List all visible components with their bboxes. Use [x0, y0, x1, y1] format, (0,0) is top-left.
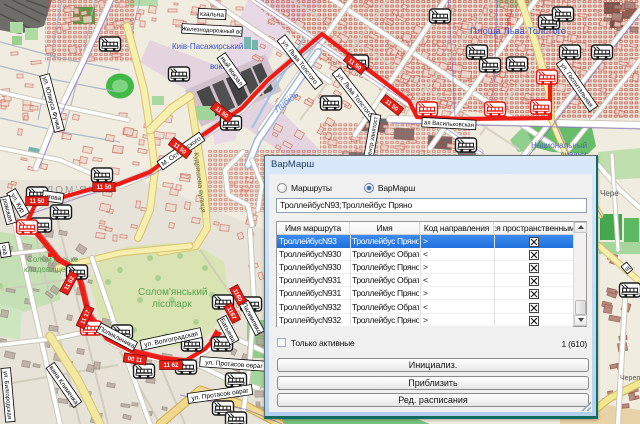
svg-text:Чере: Чере	[600, 189, 619, 198]
svg-text:Киів-Пасажирський: Киів-Пасажирський	[172, 42, 243, 51]
svg-text:Солом'янський: Солом'янський	[138, 287, 208, 298]
svg-text:11 62: 11 62	[164, 363, 179, 369]
svg-text:11 50: 11 50	[30, 199, 45, 205]
svg-text:11 50: 11 50	[97, 185, 112, 191]
svg-text:Национальный: Национальный	[531, 141, 587, 150]
svg-text:Череп: Череп	[620, 375, 640, 382]
svg-text:Пушк: Пушк	[505, 9, 512, 27]
svg-text:кладовище: кладовище	[24, 265, 66, 274]
svg-text:лісопарк: лісопарк	[152, 299, 192, 310]
svg-text:кзальна: кзальна	[200, 11, 225, 19]
